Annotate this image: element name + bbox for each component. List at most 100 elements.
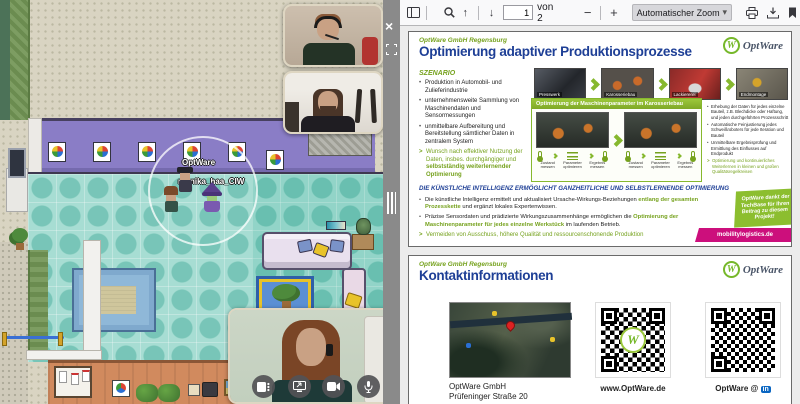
wall-poster [93, 142, 111, 162]
address-line: Prüfeninger Straße 20 [449, 392, 528, 402]
pdf-page-2: OptWare GmbH Regensburg Kontaktinformati… [408, 255, 792, 404]
page-count-label: von 2 [537, 2, 558, 24]
sidebar-toggle-button[interactable] [406, 4, 421, 22]
slide-title: Optimierung adaptiver Produktionsprozess… [419, 44, 692, 59]
detail-bullets: Erhebung der Daten für jedes einzelne Ba… [707, 102, 789, 174]
zoom-out-button[interactable]: − [580, 4, 595, 22]
screen-share-button[interactable] [288, 375, 311, 398]
side-table [352, 234, 374, 250]
linkedin-icon: in [761, 386, 771, 393]
mobilitylogistics-banner: mobilitylogistics.de [695, 228, 792, 242]
detail-bullet: Automatische Feinjustierung jedes Schwei… [707, 122, 789, 138]
arrow-right-icon [587, 78, 600, 91]
guitar [355, 89, 362, 123]
chevron-down-icon: ▾ [722, 7, 727, 18]
barrier-post [58, 332, 63, 346]
slide-kicker: OptWare GmbH Regensburg [419, 261, 507, 268]
wall-poster [266, 150, 284, 170]
gravel-floor [0, 242, 28, 404]
potted-plant [10, 228, 30, 250]
search-icon[interactable] [442, 4, 457, 22]
map-marker [550, 337, 555, 342]
table-plant [272, 284, 300, 310]
tv-screen [8, 148, 26, 178]
photo-endmontage: Endmontage [736, 68, 788, 100]
cowebsite-divider[interactable]: × [383, 0, 400, 404]
avatar-hat-character[interactable] [177, 167, 193, 192]
ki-heading: DIE KÜNSTLICHE INTELLIGENZ ERMÖGLICHT GA… [419, 185, 729, 192]
previous-page-button[interactable]: ↑ [458, 4, 473, 22]
next-page-button[interactable]: ↓ [484, 4, 499, 22]
webcam-feed-2[interactable] [283, 71, 383, 134]
picture-frame [326, 221, 346, 230]
layout-button[interactable] [252, 375, 275, 398]
thermometer-icon [626, 151, 630, 160]
virtual-world-map[interactable]: OptWare monika_haa_CIW [0, 0, 383, 404]
page-number-input[interactable] [503, 5, 533, 20]
sliders-icon [655, 151, 666, 160]
player-name-label: OptWare [182, 158, 215, 167]
thermometer-icon [691, 151, 695, 160]
hedge-path [10, 0, 30, 120]
zoom-in-button[interactable]: + [606, 4, 621, 22]
optware-logo: W OptWare [723, 37, 783, 54]
robot-photo [624, 112, 697, 148]
hedge-dark [0, 0, 10, 120]
optware-logo-mark: W [723, 37, 740, 54]
webcam-feed-1[interactable] [283, 4, 383, 67]
close-icon[interactable]: × [385, 18, 393, 34]
guitar [370, 89, 377, 123]
ki-bullets: Die künstliche Intelligenz ermittelt und… [419, 194, 699, 239]
pillow [329, 239, 345, 253]
qr-caption: www.OptWare.de [590, 384, 676, 393]
optware-logo-mark: W [723, 261, 740, 278]
process-photo-strip: Presswerk Karosseriebau Lackiererei Endm… [534, 68, 788, 100]
screen: OptWare monika_haa_CIW [0, 0, 800, 404]
optware-logo: W OptWare [723, 261, 783, 278]
optware-logo-mark: W [620, 327, 646, 353]
location-map [449, 302, 571, 378]
download-button[interactable] [765, 4, 780, 22]
scenario-section: SZENARIO Produktion in Automobil- und Zu… [419, 70, 527, 179]
avatar-witch-character[interactable] [202, 182, 222, 212]
thermometer-icon [538, 151, 542, 160]
photo-presswerk: Presswerk [534, 68, 586, 100]
ki-bullet: Die künstliche Intelligenz ermittelt und… [419, 197, 699, 211]
arrow-right-icon [588, 153, 594, 159]
bookmark-button[interactable] [785, 4, 800, 22]
optimization-box-title: Optimierung der Maschinenparameter im Ka… [532, 99, 701, 109]
shelf [285, 102, 299, 132]
fullscreen-icon[interactable] [386, 44, 397, 55]
scenario-highlight: Wunsch nach effektiver Nutzung der Daten… [419, 149, 527, 179]
scenario-heading: SZENARIO [419, 70, 527, 77]
pdf-toolbar: ↑ ↓ von 2 − + Automatischer Zoom ▾ [400, 0, 800, 26]
printer [202, 382, 218, 397]
zoom-value-label: Automatischer Zoom [637, 8, 720, 18]
barrier-post [2, 332, 7, 346]
zoom-select[interactable]: Automatischer Zoom ▾ [632, 4, 732, 21]
map-marker [492, 311, 497, 316]
avatar-brownhair-character[interactable] [164, 186, 178, 212]
microphone-button[interactable] [357, 375, 380, 398]
robot-station-group: Zustand messenParameter optimierenErgebn… [536, 112, 609, 170]
print-button[interactable] [744, 4, 759, 22]
ki-highlight: Vermeiden von Ausschuss, höhere Qualität… [419, 232, 699, 240]
pdf-page-1: OptWare GmbH Regensburg Optimierung adap… [408, 31, 792, 247]
wall-poster [138, 142, 156, 162]
map-marker [466, 343, 471, 348]
address-block: OptWare GmbH Prüfeninger Straße 20 [449, 382, 528, 403]
arrow-right-icon [610, 135, 623, 148]
qr-code-linkedin [705, 302, 781, 378]
optware-logo-text: OptWare [743, 40, 783, 52]
address-line: OptWare GmbH [449, 382, 528, 392]
camera-button[interactable] [322, 375, 345, 398]
wall-segment [83, 240, 101, 354]
notice-board [54, 366, 92, 398]
robot-station-group: Zustand messenParameter optimierenErgebn… [624, 112, 697, 170]
thermometer-icon [603, 151, 607, 160]
pdf-page-area[interactable]: OptWare GmbH Regensburg Optimierung adap… [400, 27, 800, 404]
detail-bullet: Erhebung der Daten für jedes einzelne Ba… [707, 104, 789, 120]
scenario-bullet: Produktion in Automobil- und Zulieferind… [419, 80, 527, 95]
photo-lackiererei: Lackiererei [669, 68, 721, 100]
resize-handle-icon[interactable] [387, 192, 396, 214]
